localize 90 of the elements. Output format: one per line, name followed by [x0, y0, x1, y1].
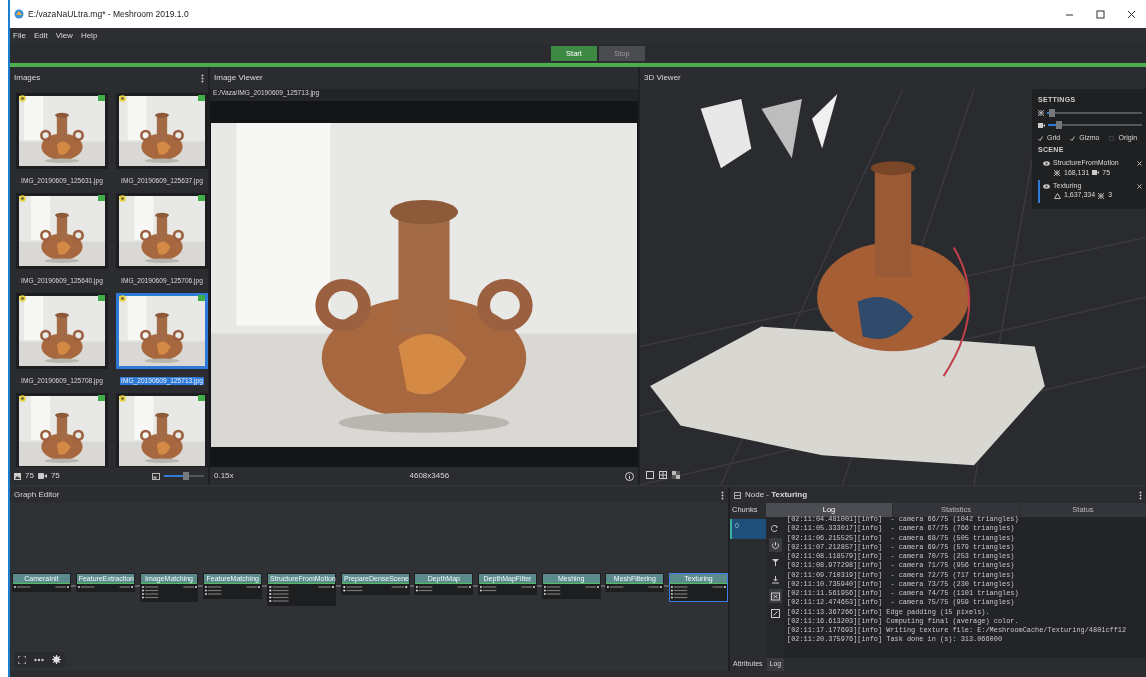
slider-thumb[interactable]: [183, 472, 189, 480]
image-icon: [14, 472, 21, 480]
points-icon: [1038, 110, 1044, 117]
triangles-icon: [1054, 192, 1061, 199]
check-icon: [1038, 136, 1043, 142]
star-icon: [19, 295, 26, 302]
edit-icon[interactable]: [770, 608, 780, 618]
window-title: E:/vazaNaULtra.mg* - Meshroom 2019.1.0: [28, 8, 189, 20]
ports-drawing: [140, 584, 198, 601]
badge-icon: [98, 395, 105, 401]
ports-drawing: [479, 584, 536, 594]
ports-drawing: [204, 584, 262, 598]
star-icon: [19, 95, 26, 102]
badge-icon: [198, 395, 205, 401]
panel-title: Images: [14, 73, 41, 83]
panel-title: Node - Texturing: [745, 490, 808, 500]
cameras-icon: [1092, 169, 1100, 176]
menu-item[interactable]: Help: [79, 30, 99, 42]
ports-drawing: [13, 584, 70, 591]
connector: [600, 585, 606, 587]
more-icon[interactable]: [201, 73, 204, 83]
eye-icon[interactable]: [1043, 160, 1050, 166]
connector: [664, 585, 670, 587]
box-x-icon[interactable]: [770, 591, 780, 601]
star-icon: [119, 195, 126, 202]
close-icon[interactable]: [1137, 160, 1142, 166]
power-icon[interactable]: [770, 540, 780, 550]
menu-item[interactable]: File: [12, 30, 27, 42]
connector: [473, 585, 479, 587]
eye-icon[interactable]: [1043, 183, 1050, 189]
more-icon[interactable]: [721, 490, 724, 500]
info-icon[interactable]: [625, 471, 634, 481]
check-icon: [1070, 136, 1076, 142]
ports-drawing: [415, 584, 473, 594]
ports-drawing: [606, 584, 664, 591]
connector: [409, 585, 415, 587]
grid-icon[interactable]: [659, 471, 667, 479]
panel-title: 3D Viewer: [644, 73, 681, 83]
badge-icon: [98, 195, 105, 201]
image-resolution: 4608x3456: [409, 471, 450, 481]
star-icon: [119, 95, 126, 102]
empty-check-icon: [1109, 136, 1115, 142]
zoom-level: 0.15x: [214, 471, 234, 481]
app-icon: [14, 9, 24, 19]
ports-drawing: [268, 584, 336, 605]
node-icon: [734, 491, 741, 499]
more-icon[interactable]: [1139, 490, 1142, 500]
connector: [134, 585, 140, 587]
star-icon: [119, 295, 126, 302]
connector: [70, 585, 76, 587]
connector: [198, 585, 204, 587]
ports-drawing: [342, 584, 409, 594]
star-icon: [19, 195, 26, 202]
thumbnail-size-icon: [152, 472, 160, 480]
filter-icon[interactable]: [770, 557, 780, 567]
star-icon: [19, 395, 26, 402]
camera-count: 75: [50, 471, 60, 481]
close-icon[interactable]: [1127, 9, 1136, 19]
panel-title: Graph Editor: [14, 490, 60, 500]
fit-icon[interactable]: [18, 655, 26, 664]
close-icon[interactable]: [1137, 183, 1142, 189]
checker-icon[interactable]: [672, 471, 680, 479]
badge-icon: [98, 295, 105, 301]
connector: [536, 585, 542, 587]
more-icon[interactable]: [34, 657, 44, 662]
slider-track[interactable]: [1048, 124, 1142, 127]
ports-drawing: [76, 584, 134, 591]
settings-icon[interactable]: [52, 655, 61, 664]
slider-track[interactable]: [1047, 112, 1142, 115]
ports-drawing: [670, 584, 727, 601]
camera-icon: [1038, 122, 1045, 128]
connector: [336, 585, 342, 587]
badge-icon: [198, 195, 205, 201]
image-count: 75: [25, 471, 34, 481]
download-icon[interactable]: [770, 574, 780, 584]
camera-icon: [37, 473, 47, 479]
panel-title: Image Viewer: [214, 73, 263, 83]
points-icon: [1098, 192, 1106, 199]
connector: [262, 585, 267, 587]
square-icon[interactable]: [646, 471, 654, 479]
refresh-icon[interactable]: [770, 523, 780, 533]
badge-icon: [198, 95, 205, 101]
menu-item[interactable]: View: [54, 30, 74, 42]
ports-drawing: [542, 584, 600, 598]
star-icon: [119, 395, 126, 402]
points-icon: [1054, 169, 1061, 176]
maximize-icon[interactable]: [1096, 9, 1105, 19]
badge-icon: [98, 95, 105, 101]
badge-icon: [198, 295, 205, 301]
menu-item[interactable]: Edit: [32, 30, 49, 42]
